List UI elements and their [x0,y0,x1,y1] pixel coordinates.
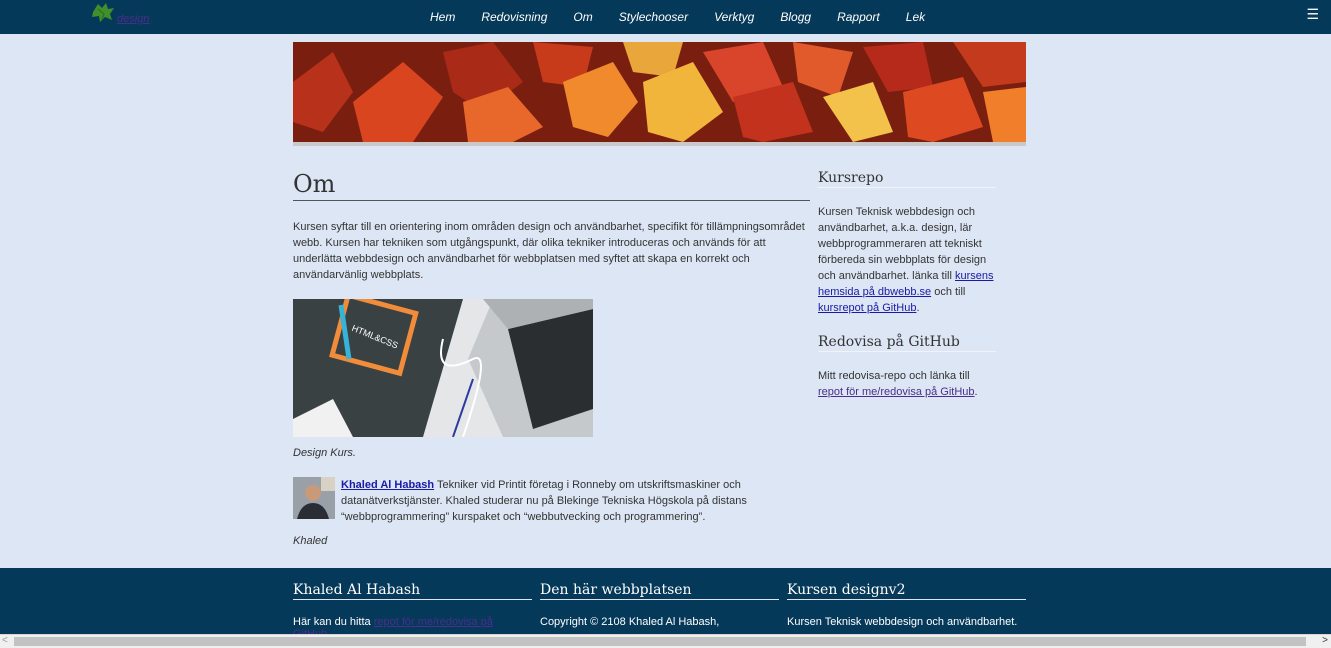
redovisa-title: Redovisa på GitHub [818,334,996,352]
main-content: Om Kursen syftar till en orientering ino… [293,170,810,547]
nav-item-verktyg[interactable]: Verktyg [714,10,754,24]
footer-site-title: Den här webbplatsen [540,582,779,600]
banner-divider [293,142,1026,146]
bio-text: Khaled Al Habash Tekniker vid Printit fö… [341,477,801,525]
image-caption: Design Kurs. [293,447,356,459]
autumn-leaves-banner [293,42,1026,142]
leaf-logo-icon [92,3,114,22]
laptop-book-image: HTML&CSS [293,299,593,437]
kursrepo-title: Kursrepo [818,170,996,188]
scroll-right-arrow-icon[interactable]: > [1322,635,1328,646]
horizontal-scrollbar[interactable]: < > [0,634,1331,648]
autumn-leaves-image [293,42,1026,142]
course-image: HTML&CSS [293,299,593,437]
logo-text[interactable]: design [117,13,149,25]
footer-col-site: Den här webbplatsen Copyright © 2108 Kha… [540,582,779,628]
author-photo [293,477,335,519]
nav-item-blogg[interactable]: Blogg [780,10,811,24]
redovisa-text-after: . [974,386,978,398]
scroll-left-arrow-icon[interactable]: < [2,635,8,646]
site-logo[interactable]: design [90,2,160,28]
author-name-link[interactable]: Khaled Al Habash [341,479,434,491]
nav-item-om[interactable]: Om [573,10,592,24]
nav-item-lek[interactable]: Lek [906,10,925,24]
bio-signature: Khaled [293,535,328,547]
kursrepo-text-after: . [916,302,920,314]
intro-paragraph: Kursen syftar till en orientering inom o… [293,221,805,281]
top-navbar: design Hem Redovisning Om Stylechooser V… [0,0,1331,34]
redovisa-repo-link[interactable]: repot för me/redovisa på GitHub [818,386,975,398]
footer-course-text: Kursen Teknisk webbdesign och användbarh… [787,616,1018,628]
kursrepo-text-mid: och till [931,286,966,298]
author-avatar [293,477,335,519]
footer-author-title: Khaled Al Habash [293,582,532,600]
kursrepo-text: Kursen Teknisk webbdesign och användbarh… [818,204,996,316]
kursrepot-github-link[interactable]: kursrepot på GitHub [818,302,916,314]
nav-item-stylechooser[interactable]: Stylechooser [619,10,688,24]
footer-copyright: Copyright © 2108 Khaled Al Habash, [540,616,720,628]
sidebar: Kursrepo Kursen Teknisk webbdesign och a… [818,170,996,400]
footer-col-course: Kursen designv2 Kursen Teknisk webbdesig… [787,582,1026,628]
redovisa-text: Mitt redovisa-repo och länka till repot … [818,368,996,400]
footer-course-title: Kursen designv2 [787,582,1026,600]
redovisa-block: Redovisa på GitHub Mitt redovisa-repo oc… [818,334,996,400]
nav-item-rapport[interactable]: Rapport [837,10,880,24]
redovisa-text-before: Mitt redovisa-repo och länka till [818,370,970,382]
nav-item-redovisning[interactable]: Redovisning [481,10,547,24]
nav-item-hem[interactable]: Hem [430,10,455,24]
hamburger-icon[interactable]: ☰ [1306,6,1319,23]
footer-col-author: Khaled Al Habash Här kan du hitta repot … [293,582,532,640]
page-title: Om [293,170,810,201]
nav-menu: Hem Redovisning Om Stylechooser Verktyg … [430,10,951,24]
footer-author-text-before: Här kan du hitta [293,616,374,628]
author-bio: Khaled Al Habash Tekniker vid Printit fö… [293,477,810,525]
scrollbar-thumb[interactable] [14,637,1306,646]
